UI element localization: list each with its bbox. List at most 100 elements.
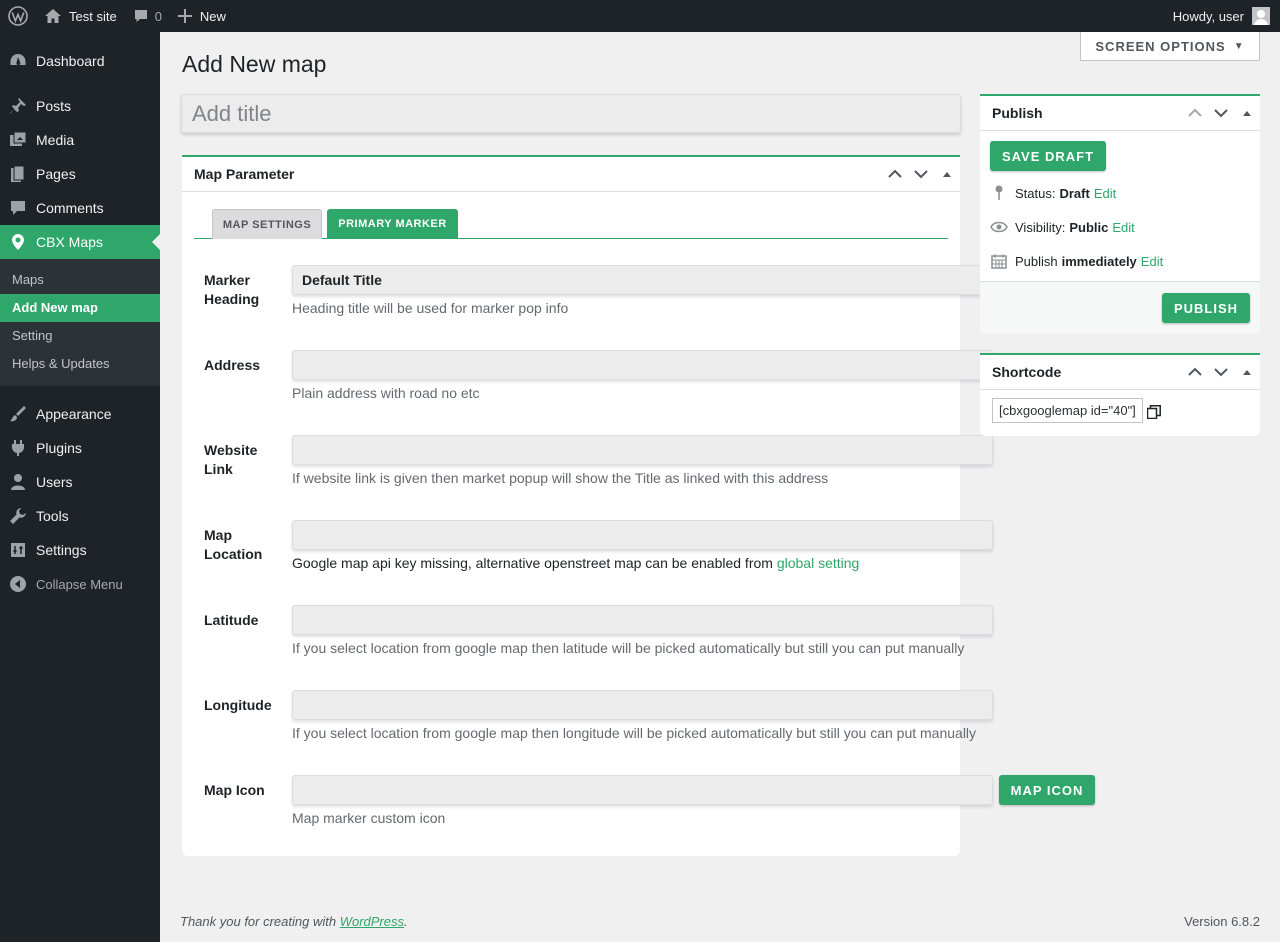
- chevron-up-icon[interactable]: [882, 157, 908, 191]
- schedule-label: Publish: [1015, 253, 1058, 269]
- submenu-item-helps-updates[interactable]: Helps & Updates: [0, 350, 160, 378]
- copy-icon[interactable]: [1146, 405, 1161, 420]
- new-label: New: [199, 8, 226, 24]
- sidebar-item-label: Settings: [36, 542, 87, 558]
- calendar-icon: [990, 252, 1008, 270]
- submenu-item-maps[interactable]: Maps: [0, 266, 160, 294]
- map-location-input[interactable]: [292, 520, 993, 550]
- sidebar-item-dashboard[interactable]: Dashboard: [0, 44, 160, 78]
- admin-footer: Thank you for creating with WordPress. V…: [180, 914, 1260, 929]
- status-label: Status:: [1015, 185, 1056, 201]
- screen-options-button[interactable]: SCREEN OPTIONS ▼: [1080, 32, 1260, 61]
- sidebar-item-label: Media: [36, 132, 75, 148]
- tab-map-settings[interactable]: MAP SETTINGS: [212, 209, 322, 239]
- footer-thanks-suffix: .: [404, 914, 408, 929]
- sidebar-item-settings[interactable]: Settings: [0, 533, 160, 567]
- address-input[interactable]: [292, 350, 993, 380]
- status-value: Draft: [1059, 185, 1090, 201]
- field-label: Website Link: [204, 442, 258, 477]
- collapse-triangle-icon[interactable]: [934, 157, 960, 191]
- eye-icon: [990, 218, 1008, 236]
- collapse-menu-label: Collapse Menu: [36, 576, 123, 592]
- collapse-icon: [9, 575, 27, 593]
- footer-version: Version 6.8.2: [1184, 914, 1260, 929]
- map-icon-input[interactable]: [292, 775, 993, 805]
- edit-status-link[interactable]: Edit: [1094, 186, 1116, 201]
- field-description: Google map api key missing, alternative …: [292, 555, 859, 571]
- chevron-down-icon[interactable]: [1208, 96, 1234, 130]
- sidebar-item-label: Users: [36, 474, 73, 490]
- site-name-link[interactable]: Test site: [36, 0, 125, 32]
- settings-icon: [9, 541, 27, 559]
- collapse-menu-button[interactable]: Collapse Menu: [0, 567, 160, 601]
- sidebar-item-comments[interactable]: Comments: [0, 191, 160, 225]
- location-pin-icon: [9, 233, 27, 251]
- paintbrush-icon: [9, 405, 27, 423]
- wrench-icon: [9, 507, 27, 525]
- field-label: Map Location: [204, 527, 263, 562]
- plugin-icon: [9, 439, 27, 457]
- field-description: Heading title will be used for marker po…: [292, 300, 569, 316]
- sidebar-item-appearance[interactable]: Appearance: [0, 397, 160, 431]
- pin-icon: [990, 184, 1008, 202]
- wordpress-logo-icon[interactable]: [0, 0, 36, 32]
- visibility-line: Visibility: Public Edit: [990, 218, 1135, 236]
- account-menu[interactable]: Howdy, user: [1165, 0, 1280, 32]
- chevron-up-icon[interactable]: [1182, 96, 1208, 130]
- sidebar-item-label: Appearance: [36, 406, 112, 422]
- map-icon-button[interactable]: MAP ICON: [999, 775, 1095, 805]
- sidebar-item-label: Dashboard: [36, 53, 105, 69]
- website-link-input[interactable]: [292, 435, 993, 465]
- sidebar-item-label: Pages: [36, 166, 76, 182]
- sidebar-item-plugins[interactable]: Plugins: [0, 431, 160, 465]
- user-icon: [9, 473, 27, 491]
- chevron-down-icon[interactable]: [908, 157, 934, 191]
- sidebar-item-cbx-maps[interactable]: CBX Maps: [0, 225, 160, 259]
- sidebar-item-label: Plugins: [36, 440, 82, 456]
- sidebar-item-media[interactable]: Media: [0, 123, 160, 157]
- wordpress-link[interactable]: WordPress: [340, 914, 404, 929]
- field-label: Marker Heading: [204, 272, 260, 307]
- chevron-down-icon[interactable]: [1208, 355, 1234, 389]
- field-label: Longitude: [204, 697, 272, 713]
- chevron-up-icon[interactable]: [1182, 355, 1208, 389]
- site-name-label: Test site: [69, 8, 117, 24]
- plus-icon: [177, 9, 192, 23]
- collapse-triangle-icon[interactable]: [1234, 355, 1260, 389]
- dashboard-icon: [9, 52, 27, 70]
- comment-icon: [9, 199, 27, 217]
- page-title: Add New map: [182, 51, 327, 77]
- visibility-label: Visibility:: [1015, 219, 1066, 235]
- shortcode-metabox: Shortcode [cbxgooglemap id="40"]: [980, 353, 1260, 436]
- screen-options-label: SCREEN OPTIONS: [1095, 38, 1226, 54]
- shortcode-field[interactable]: [cbxgooglemap id="40"]: [992, 398, 1143, 423]
- sidebar-item-pages[interactable]: Pages: [0, 157, 160, 191]
- longitude-input[interactable]: [292, 690, 993, 720]
- field-description: Map marker custom icon: [292, 810, 446, 826]
- collapse-triangle-icon[interactable]: [1234, 96, 1260, 130]
- submenu-item-setting[interactable]: Setting: [0, 322, 160, 350]
- new-content-link[interactable]: New: [170, 0, 234, 32]
- marker-heading-input[interactable]: [292, 265, 993, 295]
- save-draft-button[interactable]: SAVE DRAFT: [990, 141, 1106, 171]
- pushpin-icon: [9, 97, 27, 115]
- edit-schedule-link[interactable]: Edit: [1141, 254, 1163, 269]
- sidebar-item-label: Posts: [36, 98, 72, 114]
- comments-link[interactable]: 0: [125, 0, 170, 32]
- latitude-input[interactable]: [292, 605, 993, 635]
- sidebar-item-posts[interactable]: Posts: [0, 89, 160, 123]
- sidebar-item-users[interactable]: Users: [0, 465, 160, 499]
- home-icon: [44, 8, 62, 24]
- cbx-maps-submenu: Maps Add New map Setting Helps & Updates: [0, 259, 160, 386]
- tab-primary-marker[interactable]: PRIMARY MARKER: [327, 209, 458, 239]
- global-setting-link[interactable]: global setting: [777, 555, 860, 571]
- edit-visibility-link[interactable]: Edit: [1112, 220, 1134, 235]
- submenu-item-add-new-map[interactable]: Add New map: [0, 294, 160, 322]
- sidebar-item-tools[interactable]: Tools: [0, 499, 160, 533]
- media-icon: [9, 131, 27, 149]
- post-title-input[interactable]: [181, 94, 961, 133]
- status-line: Status: Draft Edit: [990, 184, 1116, 202]
- admin-bar: Test site 0 New Howdy, user: [0, 0, 1280, 32]
- caret-down-icon: ▼: [1233, 40, 1245, 52]
- publish-button[interactable]: PUBLISH: [1162, 293, 1250, 323]
